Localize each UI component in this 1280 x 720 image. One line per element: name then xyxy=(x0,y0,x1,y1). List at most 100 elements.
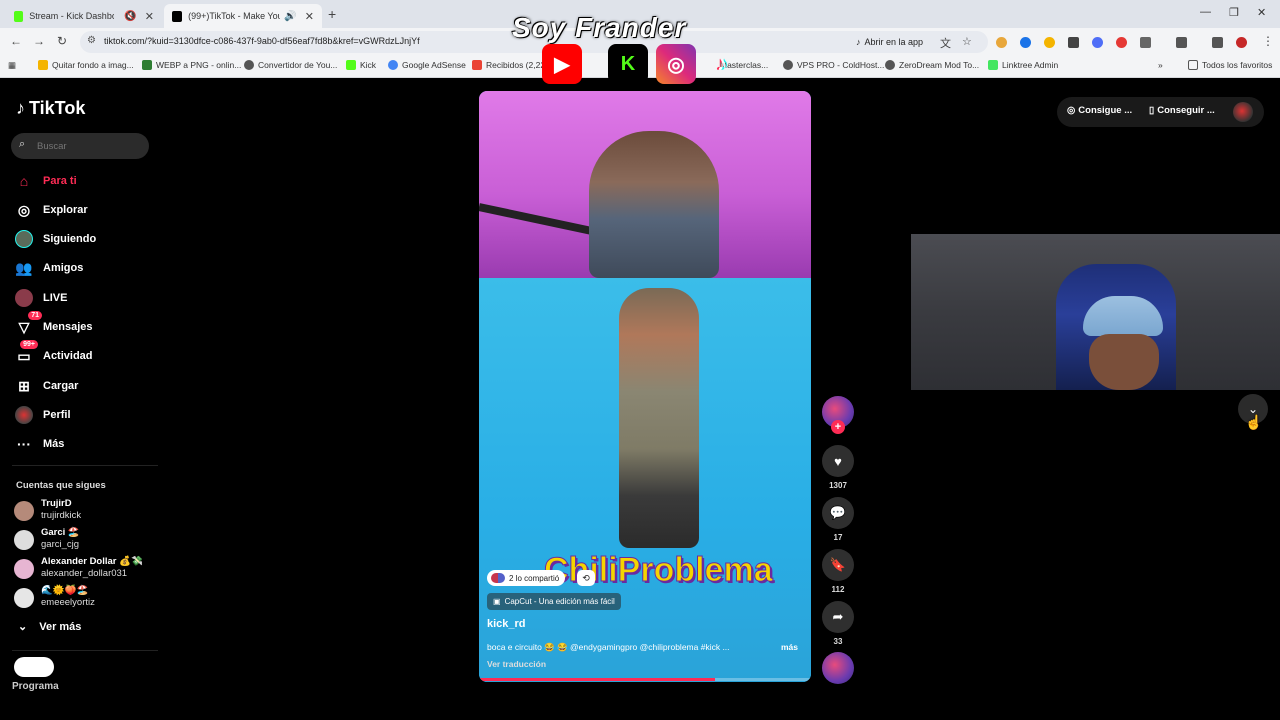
avatar xyxy=(14,501,34,521)
video-progress-bar[interactable] xyxy=(479,678,811,681)
get-app-button[interactable]: ▯ Conseguir ... xyxy=(1149,105,1215,116)
bookmark-item[interactable]: WEBP a PNG - onlin... xyxy=(142,60,241,70)
site-info-icon[interactable]: ⚙ xyxy=(87,35,96,46)
nav-label: Explorar xyxy=(43,204,88,216)
tiktok-logo[interactable]: ♪ TikTok xyxy=(16,98,85,119)
nav-label: Actividad xyxy=(43,350,93,362)
caption-more-button[interactable]: más xyxy=(781,642,798,652)
reload-icon[interactable]: ↻ xyxy=(57,34,67,48)
close-window-icon[interactable]: ✕ xyxy=(1257,6,1266,19)
nav-more[interactable]: ··· Más xyxy=(14,432,64,456)
music-disc[interactable] xyxy=(822,652,854,684)
repost-icon[interactable]: ⟲ xyxy=(577,570,595,586)
tab-tiktok[interactable]: (99+)TikTok - Make Your Da 🔊 ✕ xyxy=(164,4,322,28)
nav-following[interactable]: Siguiendo xyxy=(14,227,96,251)
bookmark-item[interactable]: VPS PRO - ColdHost... xyxy=(783,60,884,70)
bookmark-item[interactable]: Google AdSense xyxy=(388,60,466,70)
nav-activity[interactable]: ▭ 99+ Actividad xyxy=(14,340,93,368)
comment-icon: 💬 xyxy=(829,505,847,520)
followed-account[interactable]: Alexander Dollar 💰💸 alexander_dollar031 xyxy=(14,556,154,582)
like-button[interactable]: ♥ xyxy=(822,445,854,477)
muted-icon[interactable]: 🔇 xyxy=(124,11,136,22)
extensions-puzzle-icon[interactable] xyxy=(1140,37,1151,48)
share-count: 33 xyxy=(833,637,843,646)
new-tab-button[interactable]: + xyxy=(328,6,336,22)
followed-account[interactable]: 🌊🌞🍑🏖️ emeeelyortiz xyxy=(14,585,154,611)
search-box[interactable]: ⌕ xyxy=(11,133,149,159)
close-tab-icon[interactable]: ✕ xyxy=(145,10,154,23)
user-avatar[interactable] xyxy=(1233,102,1253,122)
sidebar-divider xyxy=(12,650,158,651)
nav-friends[interactable]: 👥 Amigos xyxy=(14,256,83,280)
followed-account[interactable]: TrujirD trujirdkick xyxy=(14,498,154,524)
save-button[interactable]: 🔖 xyxy=(822,549,854,581)
shared-avatars-icon xyxy=(491,573,505,583)
character-figure xyxy=(619,288,699,548)
search-input[interactable] xyxy=(37,138,143,154)
nav-label: LIVE xyxy=(43,292,68,304)
all-bookmarks-folder[interactable]: Todos los favoritos xyxy=(1188,60,1272,70)
back-icon[interactable]: ← xyxy=(10,34,22,48)
program-label[interactable]: Programa xyxy=(12,681,59,692)
upload-icon: ⊞ xyxy=(18,377,30,394)
see-translation-button[interactable]: Ver traducción xyxy=(487,659,546,669)
kick-favicon-icon xyxy=(14,10,24,22)
close-tab-icon[interactable]: ✕ xyxy=(305,10,314,23)
bookmark-item[interactable]: Convertidor de You... xyxy=(244,60,337,70)
tiktok-small-icon: ♪ xyxy=(856,37,861,47)
see-more-button[interactable]: ⌄ Ver más xyxy=(18,620,81,634)
capcut-anchor[interactable]: ▣ CapCut - Una edición más fácil xyxy=(487,593,621,610)
share-button[interactable]: ➦ xyxy=(822,601,854,633)
bookmark-item[interactable]: ZeroDream Mod To... xyxy=(885,60,979,70)
nav-for-you[interactable]: ⌂ Para ti xyxy=(14,169,77,193)
nav-messages[interactable]: ▽ 71 Mensajes xyxy=(14,311,93,339)
restore-icon[interactable]: ❐ xyxy=(1229,6,1239,19)
extension-icon[interactable] xyxy=(1116,37,1127,48)
followed-account[interactable]: Garci 🏖️ garci_cjg xyxy=(14,527,154,553)
shared-pill[interactable]: 2 lo compartió xyxy=(487,570,566,586)
follow-plus-icon[interactable]: + xyxy=(831,420,845,434)
extension-icon[interactable] xyxy=(1020,37,1031,48)
nav-label: Mensajes xyxy=(43,321,93,333)
tab-kick-dashboard[interactable]: Stream - Kick Dashboard 🔇 ✕ xyxy=(6,4,162,28)
youtube-icon: ▶ xyxy=(542,44,582,84)
extension-icon[interactable] xyxy=(1068,37,1079,48)
audio-icon[interactable]: 🔊 xyxy=(284,11,296,22)
apps-grid-icon[interactable]: ▦ xyxy=(8,60,16,71)
profile-avatar-icon[interactable] xyxy=(1236,37,1247,48)
bookmark-item[interactable]: Linktree Admin xyxy=(988,60,1058,70)
share-arrow-icon: ➦ xyxy=(832,609,844,624)
open-in-app-button[interactable]: ♪ Abrir en la app xyxy=(850,34,929,50)
nav-explore[interactable]: ◎ Explorar xyxy=(14,198,88,222)
minimize-icon[interactable]: — xyxy=(1200,6,1211,18)
nav-profile[interactable]: Perfil xyxy=(14,403,71,427)
video-author[interactable]: kick_rd xyxy=(487,618,526,630)
bookmark-item[interactable]: Quitar fondo a imag... xyxy=(38,60,134,70)
program-icons[interactable] xyxy=(14,657,54,677)
nav-label: Perfil xyxy=(43,409,71,421)
bookmark-label: Convertidor de You... xyxy=(258,60,338,70)
extension-icon[interactable] xyxy=(996,37,1007,48)
tiktok-logo-text: TikTok xyxy=(29,98,86,118)
get-coins-button[interactable]: ◎ Consigue ... xyxy=(1067,105,1132,116)
streamer-cam-video xyxy=(479,91,811,278)
url-text[interactable]: tiktok.com/?kuid=3130dfce-c086-437f-9ab0… xyxy=(104,36,420,46)
extension-icon[interactable] xyxy=(1092,37,1103,48)
bookmark-star-icon[interactable]: ☆ xyxy=(962,35,972,48)
extension-icon[interactable] xyxy=(1044,37,1055,48)
forward-icon[interactable]: → xyxy=(33,34,45,48)
video-player[interactable]: ChiliProblema 2 lo compartió ⟲ ▣ CapCut … xyxy=(479,91,811,682)
bookmark-item[interactable]: Kick xyxy=(346,60,376,70)
nav-live[interactable]: LIVE xyxy=(14,286,67,310)
coin-icon: ◎ xyxy=(1067,105,1076,116)
tab-search-icon[interactable] xyxy=(1176,37,1187,48)
bookmarks-overflow-icon[interactable]: » xyxy=(1158,60,1163,70)
nav-label: Más xyxy=(43,438,65,450)
messages-badge: 71 xyxy=(28,311,42,320)
kebab-menu-icon[interactable]: ⋮ xyxy=(1262,34,1274,48)
translate-icon[interactable]: 文 xyxy=(940,35,951,51)
nav-upload[interactable]: ⊞ Cargar xyxy=(14,374,78,398)
comment-button[interactable]: 💬 xyxy=(822,497,854,529)
media-controls-icon[interactable] xyxy=(1212,37,1223,48)
activity-icon: ▭ 99+ xyxy=(14,340,38,366)
